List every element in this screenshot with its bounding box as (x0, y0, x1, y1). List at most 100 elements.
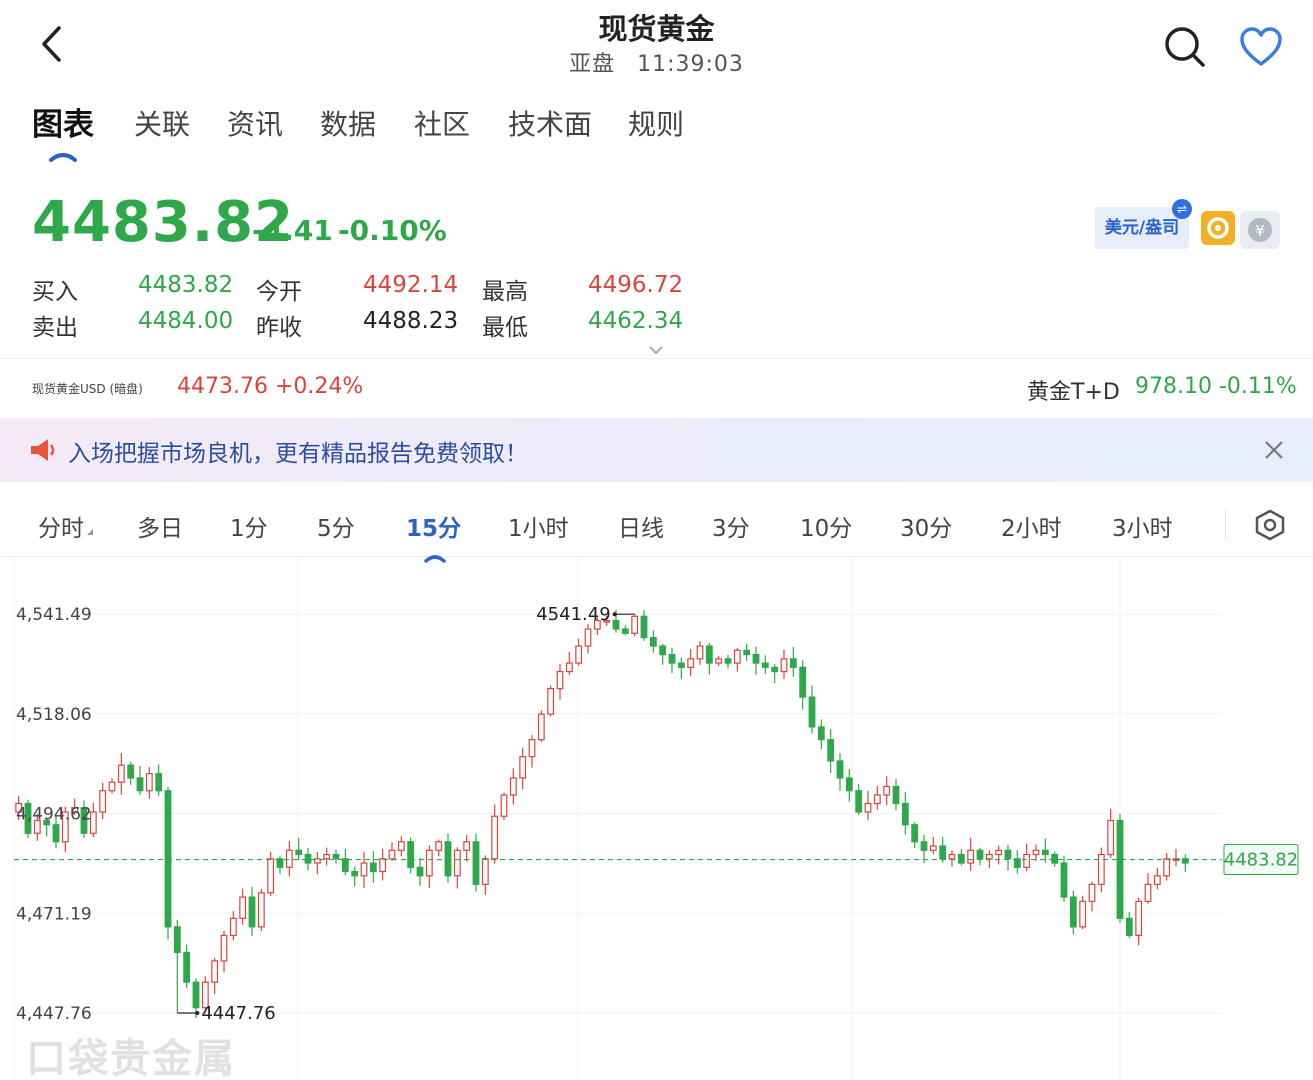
candle-up (584, 628, 592, 647)
candle-up (537, 713, 545, 741)
period-tick[interactable]: 分时 (38, 509, 94, 543)
tab-technical[interactable]: 技术面 (508, 100, 592, 156)
hexagon-settings-icon (1255, 509, 1285, 541)
promo-text: 入场把握市场良机，更有精品报告免费领取！ (68, 441, 528, 467)
candle-up (220, 934, 228, 962)
period-daily[interactable]: 日线 (618, 509, 664, 543)
high-value: 4496.72 (588, 272, 684, 298)
candle-down (192, 981, 200, 1009)
candle-up (864, 802, 872, 813)
candle-down (127, 764, 135, 779)
prev-close-label: 昨收 (256, 315, 302, 341)
search-button[interactable] (1160, 22, 1210, 72)
candle-down (939, 845, 947, 860)
chart-settings-button[interactable] (1252, 507, 1288, 543)
candle-down (173, 926, 181, 953)
favorite-button[interactable] (1236, 22, 1286, 72)
candle-down (52, 824, 60, 843)
period-5m[interactable]: 5分 (317, 509, 355, 543)
candle-down (920, 841, 928, 851)
period-3m[interactable]: 3分 (712, 509, 750, 543)
period-label: 10分 (800, 516, 853, 542)
candle-down (248, 896, 256, 928)
tab-label: 图表 (32, 107, 94, 143)
promo-banner[interactable]: 入场把握市场良机，更有精品报告免费领取！ (0, 418, 1313, 482)
candle-up (425, 849, 433, 877)
period-30m[interactable]: 30分 (900, 509, 952, 543)
coin-settings-icon: ¥ (1248, 218, 1272, 242)
tab-news[interactable]: 资讯 (227, 100, 283, 156)
chart-canvas: 4,541.49 4,518.06 4,494.62 4,471.19 4,447.76… (13, 558, 1299, 1080)
period-15m[interactable]: 15分 (406, 509, 461, 563)
divider (0, 358, 1313, 359)
candle-down (1051, 853, 1059, 864)
td-label[interactable]: 黄金T+D (1027, 374, 1120, 406)
candle-down (472, 841, 480, 885)
candle-up (873, 794, 881, 805)
candle-up (435, 841, 443, 851)
candle-up (967, 849, 975, 864)
usd-dark-value[interactable]: 4473.76 +0.24% (177, 374, 363, 399)
candle-up (1144, 883, 1152, 902)
candle-up (509, 777, 517, 796)
candle-down (808, 696, 816, 728)
period-1m[interactable]: 1分 (230, 509, 268, 543)
candle-down (332, 853, 340, 860)
candle-up (229, 917, 237, 936)
tab-label: 资讯 (227, 108, 284, 141)
candle-up (883, 785, 891, 796)
candle-down (677, 662, 685, 668)
current-price-label: 4483.82 (1224, 850, 1298, 871)
td-value[interactable]: 978.10 -0.11% (1135, 374, 1297, 399)
tab-community[interactable]: 社区 (414, 100, 470, 156)
tab-label: 数据 (320, 108, 377, 141)
candle-down (621, 628, 629, 634)
search-icon (1165, 27, 1205, 67)
max-price-label: 4541.49 (536, 604, 610, 625)
candle-up (239, 896, 247, 919)
candle-up (556, 670, 564, 690)
candle-down (444, 841, 452, 877)
tab-data[interactable]: 数据 (320, 100, 376, 156)
candle-down (369, 862, 377, 873)
period-1h[interactable]: 1小时 (508, 509, 569, 543)
period-3h[interactable]: 3小时 (1112, 509, 1173, 543)
heart-icon (1240, 27, 1282, 66)
candle-up (360, 862, 368, 877)
candle-down (836, 760, 844, 779)
swap-icon: ⇌ (1172, 199, 1192, 219)
period-multiday[interactable]: 多日 (137, 509, 183, 543)
expand-quote-button[interactable] (648, 340, 664, 359)
prev-close-value: 4488.23 (363, 308, 459, 334)
period-2h[interactable]: 2小时 (1001, 509, 1062, 543)
candle-up (519, 756, 527, 779)
candle-down (649, 636, 657, 647)
tab-rules[interactable]: 规则 (628, 100, 684, 156)
candle-up (323, 853, 331, 860)
candle-down (911, 824, 919, 843)
candle-down (752, 653, 760, 664)
tab-related[interactable]: 关联 (134, 100, 190, 156)
candle-up (696, 645, 704, 660)
low-value: 4462.34 (588, 308, 684, 334)
candle-up (379, 858, 387, 873)
candle-up (948, 853, 956, 860)
candle-up (257, 892, 265, 928)
close-icon[interactable] (1258, 434, 1290, 466)
tab-label: 社区 (414, 108, 471, 141)
settlement-button[interactable]: ¥ (1240, 211, 1280, 249)
usd-dark-label: 现货黄金USD (暗盘) (32, 382, 143, 396)
candle-up (388, 849, 396, 860)
tab-chart[interactable]: 图表 (32, 100, 94, 162)
min-marker-dot (195, 1010, 200, 1015)
page-title: 现货黄金 (598, 12, 715, 46)
tab-label: 技术面 (508, 108, 593, 141)
period-10m[interactable]: 10分 (800, 509, 852, 543)
candle-down (827, 739, 835, 762)
candle-up (267, 858, 275, 894)
candlestick-chart[interactable]: 4,541.49 4,518.06 4,494.62 4,471.19 4,447.76… (0, 558, 1313, 1080)
period-label: 2小时 (1001, 516, 1062, 542)
refresh-button[interactable] (1201, 211, 1235, 245)
candle-up (211, 960, 219, 983)
candle-down (789, 658, 797, 668)
